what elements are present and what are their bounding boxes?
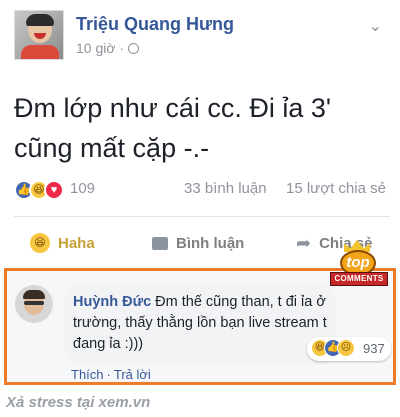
comment-bubble: Huỳnh Đức Đm thế cũng than, t đi ỉa ở trư…: [63, 283, 337, 365]
author-avatar[interactable]: [14, 10, 64, 60]
comment-icon: [152, 236, 168, 250]
love-reaction-icon: ♥: [44, 180, 64, 200]
commenter-avatar[interactable]: [15, 285, 53, 323]
comment-reply-link[interactable]: Trả lời: [114, 367, 151, 382]
avatar-shirt: [21, 45, 59, 59]
site-watermark: Xả stress tại xem.vn: [6, 394, 151, 411]
reactions-summary: 👍 😆 ♥ 109 33 bình luận 15 lượt chia sẻ: [14, 178, 390, 202]
avatar-hair: [26, 14, 54, 26]
haha-button[interactable]: 😆 Haha: [30, 228, 95, 258]
commenter-name[interactable]: Huỳnh Đức: [73, 294, 151, 310]
post-time[interactable]: 10 giờ ·: [76, 40, 124, 56]
comment-button[interactable]: Bình luận: [152, 228, 244, 258]
haha-label: Haha: [58, 234, 95, 252]
comment-count[interactable]: 33 bình luận: [184, 180, 267, 197]
haha-icon: 😆: [30, 233, 50, 253]
badge-banner: COMMENTS: [330, 272, 388, 286]
comment-action-separator: ·: [106, 367, 111, 382]
share-icon: ➦: [296, 232, 312, 253]
sad-reaction-icon: ☹: [337, 339, 355, 357]
commenter-hair: [23, 290, 45, 299]
globe-icon: [128, 43, 140, 54]
divider: [14, 216, 390, 217]
top-comments-badge: top COMMENTS: [330, 240, 388, 292]
post-header: Triệu Quang Hưng 10 giờ · ⌄: [14, 10, 386, 62]
comment-text-block: Huỳnh Đức Đm thế cũng than, t đi ỉa ở trư…: [73, 292, 331, 355]
post-timestamp[interactable]: 10 giờ ·: [76, 40, 140, 56]
commenter-glasses: [24, 301, 44, 305]
comment-like-link[interactable]: Thích: [71, 367, 104, 382]
share-count[interactable]: 15 lượt chia sẻ: [286, 180, 386, 197]
comment-reaction-count: 937: [363, 341, 385, 356]
chevron-down-icon[interactable]: ⌄: [369, 16, 382, 36]
comment-reactions[interactable]: 😆 👍 ☹ 937: [307, 337, 391, 361]
comment-actions: Thích · Trả lời: [71, 367, 151, 382]
reaction-count[interactable]: 109: [70, 180, 95, 197]
author-name[interactable]: Triệu Quang Hưng: [76, 14, 234, 35]
post-text: Đm lớp như cái cc. Đi ỉa 3' cũng mất cặp…: [14, 93, 332, 163]
comment-label: Bình luận: [176, 234, 245, 252]
